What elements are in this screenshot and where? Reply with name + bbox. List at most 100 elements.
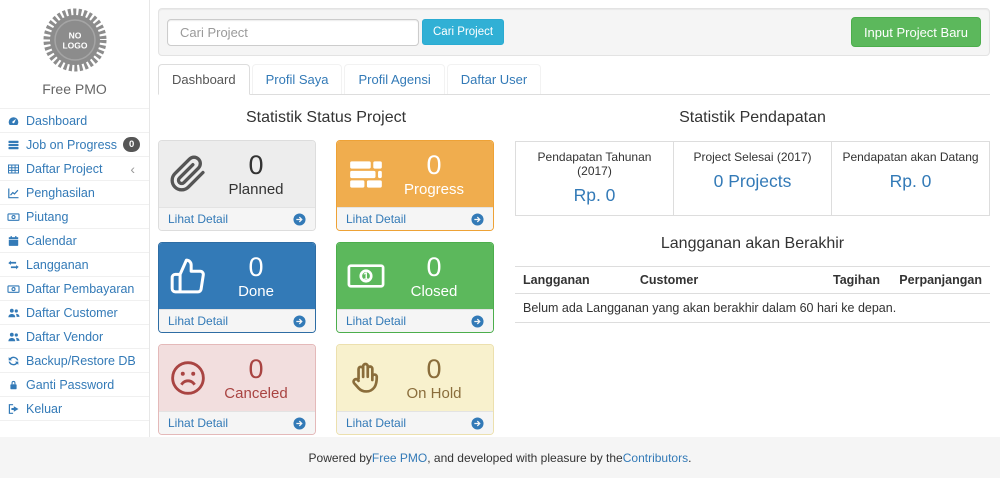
- dashboard-content: Statistik Status Project 0 Planned: [158, 95, 990, 435]
- revenue-header: Pendapatan akan Datang: [836, 150, 985, 164]
- retweet-icon: [7, 259, 20, 271]
- revenue-cell-akan-datang: Pendapatan akan Datang Rp. 0: [832, 142, 989, 215]
- arrow-circle-right-icon: [471, 315, 484, 328]
- sidebar-item-label: Langganan: [26, 258, 89, 272]
- planned-detail-link[interactable]: Lihat Detail: [159, 207, 315, 230]
- sidebar-item-label: Job on Progress: [26, 138, 117, 152]
- detail-link-label: Lihat Detail: [168, 416, 228, 430]
- chevron-left-icon: ‹: [130, 162, 135, 176]
- card-label: Canceled: [224, 385, 287, 402]
- sidebar-item-label: Ganti Password: [26, 378, 114, 392]
- empty-message: Belum ada Langganan yang akan berakhir d…: [515, 294, 990, 323]
- subscriptions-table: Langganan Customer Tagihan Perpanjangan …: [515, 266, 990, 323]
- tab-profil-saya[interactable]: Profil Saya: [252, 64, 343, 94]
- tasks-icon: [7, 139, 20, 151]
- arrow-circle-right-icon: [293, 213, 306, 226]
- sidebar-item-ganti-password[interactable]: Ganti Password: [0, 373, 149, 397]
- card-progress: 0 Progress Lihat Detail: [336, 140, 494, 231]
- subscriptions-header-row: Langganan Customer Tagihan Perpanjangan: [515, 267, 990, 294]
- detail-link-label: Lihat Detail: [168, 212, 228, 226]
- sidebar-item-label: Daftar Pembayaran: [26, 282, 134, 296]
- free-pmo-link[interactable]: Free PMO: [372, 451, 427, 465]
- footer-text: Powered by: [309, 451, 372, 465]
- new-project-button[interactable]: Input Project Baru: [851, 17, 981, 47]
- closed-detail-link[interactable]: Lihat Detail: [337, 309, 493, 332]
- revenue-value: Rp. 0: [520, 185, 669, 206]
- search-input[interactable]: [167, 19, 419, 46]
- tab-daftar-user[interactable]: Daftar User: [447, 64, 541, 94]
- tab-bar: Dashboard Profil Saya Profil Agensi Daft…: [158, 64, 990, 95]
- sidebar-item-label: Daftar Customer: [26, 306, 118, 320]
- sidebar-item-label: Calendar: [26, 234, 77, 248]
- tab-dashboard[interactable]: Dashboard: [158, 64, 250, 95]
- card-on-hold: 0 On Hold Lihat Detail: [336, 344, 494, 435]
- sidebar-item-daftar-pembayaran[interactable]: Daftar Pembayaran: [0, 277, 149, 301]
- count-badge: 0: [123, 137, 140, 153]
- lock-icon: [7, 379, 20, 391]
- card-planned: 0 Planned Lihat Detail: [158, 140, 316, 231]
- banknote-icon: 1: [347, 257, 385, 295]
- sidebar-item-label: Backup/Restore DB: [26, 354, 136, 368]
- card-label: Planned: [228, 181, 283, 198]
- sidebar-item-calendar[interactable]: Calendar: [0, 229, 149, 253]
- sidebar-item-daftar-project[interactable]: Daftar Project ‹: [0, 157, 149, 181]
- tab-profil-agensi[interactable]: Profil Agensi: [344, 64, 444, 94]
- svg-text:LOGO: LOGO: [62, 41, 87, 51]
- revenue-header: Pendapatan Tahunan (2017): [520, 150, 669, 178]
- users-icon: [7, 307, 20, 319]
- sidebar-item-keluar[interactable]: Keluar: [0, 397, 149, 421]
- sidebar-item-label: Penghasilan: [26, 186, 95, 200]
- status-cards-grid: 0 Planned Lihat Detail: [158, 140, 494, 435]
- done-detail-link[interactable]: Lihat Detail: [159, 309, 315, 332]
- card-count: 0: [426, 252, 441, 283]
- sidebar-item-label: Piutang: [26, 210, 68, 224]
- svg-text:NO: NO: [68, 31, 81, 41]
- search-bar: Cari Project Input Project Baru: [158, 8, 990, 56]
- revenue-value: Rp. 0: [836, 171, 985, 192]
- app-window: NO LOGO Free PMO Dashboard Job on Progre…: [0, 0, 1000, 437]
- contributors-link[interactable]: Contributors: [623, 451, 688, 465]
- tachometer-icon: [7, 115, 20, 127]
- sidebar-item-daftar-customer[interactable]: Daftar Customer: [0, 301, 149, 325]
- search-button[interactable]: Cari Project: [422, 19, 504, 45]
- sidebar-item-label: Daftar Project: [26, 162, 102, 176]
- sidebar-item-langganan[interactable]: Langganan: [0, 253, 149, 277]
- revenue-table: Pendapatan Tahunan (2017) Rp. 0 Project …: [515, 141, 990, 216]
- arrow-circle-right-icon: [293, 315, 306, 328]
- card-count: 0: [248, 150, 263, 181]
- app-logo: NO LOGO: [0, 8, 149, 75]
- status-section: Statistik Status Project 0 Planned: [158, 99, 494, 435]
- column-header: Customer: [632, 267, 825, 294]
- detail-link-label: Lihat Detail: [346, 212, 406, 226]
- sidebar-item-penghasilan[interactable]: Penghasilan: [0, 181, 149, 205]
- card-label: Closed: [411, 283, 458, 300]
- sidebar-item-piutang[interactable]: Piutang: [0, 205, 149, 229]
- line-chart-icon: [7, 187, 20, 199]
- card-count: 0: [426, 354, 441, 385]
- card-count: 0: [248, 354, 263, 385]
- detail-link-label: Lihat Detail: [346, 314, 406, 328]
- calendar-icon: [7, 235, 20, 247]
- tasks-icon: [347, 155, 385, 193]
- card-closed: 1 0 Closed Lihat Detail: [336, 242, 494, 333]
- on-hold-detail-link[interactable]: Lihat Detail: [337, 411, 493, 434]
- sidebar-item-daftar-vendor[interactable]: Daftar Vendor: [0, 325, 149, 349]
- table-icon: [7, 163, 20, 175]
- sidebar-item-backup-restore-db[interactable]: Backup/Restore DB: [0, 349, 149, 373]
- sidebar-item-label: Daftar Vendor: [26, 330, 103, 344]
- money-icon: [7, 211, 20, 223]
- revenue-value: 0 Projects: [678, 171, 827, 192]
- sidebar-item-label: Dashboard: [26, 114, 87, 128]
- arrow-circle-right-icon: [471, 417, 484, 430]
- sidebar-item-label: Keluar: [26, 402, 62, 416]
- canceled-detail-link[interactable]: Lihat Detail: [159, 411, 315, 434]
- page: NO LOGO Free PMO Dashboard Job on Progre…: [0, 0, 1000, 478]
- card-count: 0: [426, 150, 441, 181]
- detail-link-label: Lihat Detail: [346, 416, 406, 430]
- revenue-section-title: Statistik Pendapatan: [515, 109, 990, 127]
- progress-detail-link[interactable]: Lihat Detail: [337, 207, 493, 230]
- sidebar-item-dashboard[interactable]: Dashboard: [0, 109, 149, 133]
- sidebar-item-job-on-progress[interactable]: Job on Progress 0: [0, 133, 149, 157]
- subscriptions-empty-row: Belum ada Langganan yang akan berakhir d…: [515, 294, 990, 323]
- paperclip-icon: [169, 155, 207, 193]
